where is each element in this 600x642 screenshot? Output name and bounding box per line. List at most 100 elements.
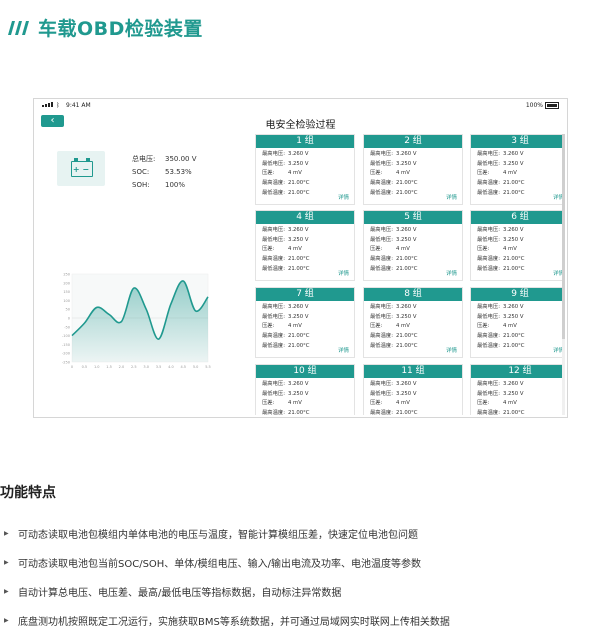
card-field-value: 4 mV xyxy=(503,323,517,329)
card-field-label: 压差: xyxy=(262,245,288,255)
x-tick-label: 4.5 xyxy=(180,365,186,369)
card-field-value: 21.00°C xyxy=(288,266,310,272)
brand-header: 车载OBD检验装置 xyxy=(6,14,203,41)
card-field-label: 最高温度: xyxy=(370,332,396,342)
group-card: 1 组最高电压:3.260 V最低电压:3.250 V压差:4 mV最高温度:2… xyxy=(255,134,355,205)
card-field-value: 21.00°C xyxy=(288,333,310,339)
card-field-label: 压差: xyxy=(370,169,396,179)
card-field: 最高温度:21.00°C xyxy=(262,409,354,415)
x-tick-label: 4.0 xyxy=(168,365,174,369)
group-card: 2 组最高电压:3.260 V最低电压:3.250 V压差:4 mV最高温度:2… xyxy=(363,134,463,205)
card-field-label: 最低电压: xyxy=(262,390,288,400)
group-card: 8 组最高电压:3.260 V最低电压:3.250 V压差:4 mV最高温度:2… xyxy=(363,287,463,358)
card-field-label: 最高温度: xyxy=(370,255,396,265)
card-field-value: 3.260 V xyxy=(396,304,416,310)
y-tick-label: -250 xyxy=(62,361,70,365)
y-tick-label: -100 xyxy=(62,334,70,338)
x-tick-label: 1.5 xyxy=(106,365,112,369)
bluetooth-icon: ᛒ xyxy=(56,102,60,109)
detail-link[interactable]: 详情 xyxy=(338,193,349,201)
card-field-value: 3.260 V xyxy=(396,381,416,387)
y-tick-label: -150 xyxy=(62,343,70,347)
card-field-label: 最高温度: xyxy=(370,409,396,415)
card-field-value: 21.00°C xyxy=(288,180,310,186)
card-field-label: 最高电压: xyxy=(370,150,396,160)
card-field-value: 21.00°C xyxy=(503,333,525,339)
grid-scrollbar[interactable] xyxy=(562,134,565,415)
card-field-label: 压差: xyxy=(370,245,396,255)
card-field: 压差:4 mV xyxy=(477,245,564,255)
detail-link[interactable]: 详情 xyxy=(446,269,457,277)
voltage-area-chart: 250200150100500-50-100-150-200-25000.51.… xyxy=(58,266,218,376)
status-bar: ᛒ 9:41 AM 100% xyxy=(34,99,567,112)
detail-link[interactable]: 详情 xyxy=(446,193,457,201)
x-tick-label: 2.0 xyxy=(119,365,125,369)
detail-link[interactable]: 详情 xyxy=(338,346,349,354)
detail-link[interactable]: 详情 xyxy=(446,346,457,354)
card-field-value: 3.260 V xyxy=(288,304,308,310)
card-field-value: 3.260 V xyxy=(503,304,523,310)
group-card-body: 最高电压:3.260 V最低电压:3.250 V压差:4 mV最高温度:21.0… xyxy=(256,148,354,199)
card-field: 最低电压:3.250 V xyxy=(477,236,564,246)
card-field-value: 4 mV xyxy=(396,400,410,406)
stat-soc: SOC:53.53% xyxy=(132,165,197,178)
card-field: 最高温度:21.00°C xyxy=(262,179,354,189)
bullet-icon: ▶ xyxy=(4,559,9,566)
detail-link[interactable]: 详情 xyxy=(338,269,349,277)
card-field-label: 最高电压: xyxy=(477,226,503,236)
card-field-label: 最高电压: xyxy=(262,380,288,390)
group-card: 12 组最高电压:3.260 V最低电压:3.250 V压差:4 mV最高温度:… xyxy=(470,364,564,415)
group-card-body: 最高电压:3.260 V最低电压:3.250 V压差:4 mV最高温度:21.0… xyxy=(364,224,462,275)
card-field-label: 最高温度: xyxy=(262,179,288,189)
card-field-label: 最高电压: xyxy=(477,150,503,160)
group-card-title: 10 组 xyxy=(256,365,354,378)
card-field: 最低电压:3.250 V xyxy=(262,390,354,400)
group-card-title: 6 组 xyxy=(471,211,564,224)
page-title: 电安全检验过程 xyxy=(34,116,567,131)
card-field: 压差:4 mV xyxy=(370,322,462,332)
group-card: 6 组最高电压:3.260 V最低电压:3.250 V压差:4 mV最高温度:2… xyxy=(470,210,564,281)
card-field: 压差:4 mV xyxy=(370,245,462,255)
card-field-label: 最高温度: xyxy=(477,409,503,415)
card-field-label: 最低电压: xyxy=(477,390,503,400)
card-field: 最高温度:21.00°C xyxy=(477,409,564,415)
stat-total-voltage: 总电压:350.00 V xyxy=(132,152,197,165)
card-field-label: 压差: xyxy=(477,245,503,255)
card-field-label: 压差: xyxy=(477,169,503,179)
card-field: 最低电压:3.250 V xyxy=(262,313,354,323)
card-field: 最高电压:3.260 V xyxy=(370,380,462,390)
card-field-label: 最低电压: xyxy=(370,390,396,400)
card-field: 最高电压:3.260 V xyxy=(370,303,462,313)
card-field-value: 3.250 V xyxy=(503,314,523,320)
card-field: 最高电压:3.260 V xyxy=(477,150,564,160)
card-field: 压差:4 mV xyxy=(477,322,564,332)
card-field-label: 最低温度: xyxy=(262,342,288,352)
card-field-label: 压差: xyxy=(477,399,503,409)
card-field-label: 压差: xyxy=(262,322,288,332)
card-field-label: 最高电压: xyxy=(262,150,288,160)
card-field-value: 3.250 V xyxy=(396,161,416,167)
card-field-label: 最低电压: xyxy=(262,160,288,170)
card-field-value: 21.00°C xyxy=(288,410,310,415)
card-field-value: 4 mV xyxy=(396,170,410,176)
card-field-value: 3.260 V xyxy=(503,151,523,157)
group-card-body: 最高电压:3.260 V最低电压:3.250 V压差:4 mV最高温度:21.0… xyxy=(471,301,564,352)
y-tick-label: 50 xyxy=(66,308,70,312)
card-field-value: 21.00°C xyxy=(288,343,310,349)
card-field-value: 3.260 V xyxy=(288,151,308,157)
x-tick-label: 2.5 xyxy=(131,365,137,369)
card-field-value: 3.250 V xyxy=(503,161,523,167)
card-field-label: 最高电压: xyxy=(370,226,396,236)
card-field-label: 最高电压: xyxy=(370,380,396,390)
group-card: 5 组最高电压:3.260 V最低电压:3.250 V压差:4 mV最高温度:2… xyxy=(363,210,463,281)
card-field-label: 最低电压: xyxy=(477,160,503,170)
card-field-label: 最低电压: xyxy=(370,236,396,246)
card-field-label: 最低温度: xyxy=(262,265,288,275)
card-field-label: 最低电压: xyxy=(262,313,288,323)
card-field-value: 4 mV xyxy=(503,400,517,406)
card-field: 最高温度:21.00°C xyxy=(477,179,564,189)
group-card-body: 最高电压:3.260 V最低电压:3.250 V压差:4 mV最高温度:21.0… xyxy=(256,224,354,275)
group-card-body: 最高电压:3.260 V最低电压:3.250 V压差:4 mV最高温度:21.0… xyxy=(471,148,564,199)
group-card-title: 8 组 xyxy=(364,288,462,301)
group-card-body: 最高电压:3.260 V最低电压:3.250 V压差:4 mV最高温度:21.0… xyxy=(471,378,564,415)
